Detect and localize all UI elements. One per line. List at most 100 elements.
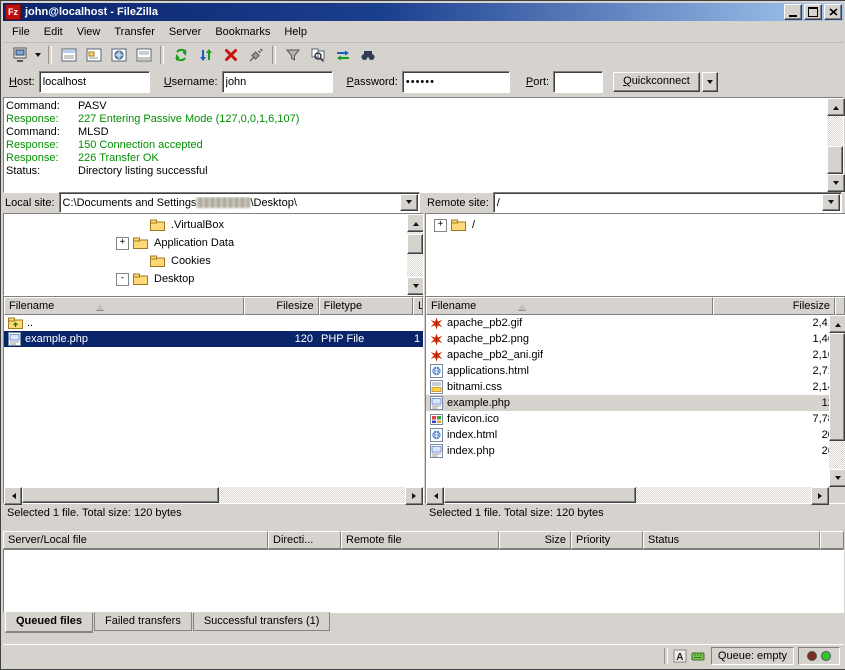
menu-server[interactable]: Server (162, 23, 208, 41)
file-row-favicon-ico[interactable]: favicon.ico 7,782 (426, 411, 829, 427)
expand-icon[interactable]: + (116, 237, 129, 250)
remote-site-label: Remote site: (425, 197, 493, 209)
column-direction[interactable]: Directi... (268, 531, 341, 549)
file-row-apache-pb2-gif[interactable]: apache_pb2.gif 2,414 (426, 315, 829, 331)
menu-edit[interactable]: Edit (37, 23, 70, 41)
local-list-status: Selected 1 file. Total size: 120 bytes (3, 503, 426, 523)
site-manager-dropdown-icon[interactable] (32, 44, 44, 66)
column-filename[interactable]: Filename (4, 297, 244, 315)
menu-view[interactable]: View (70, 23, 108, 41)
remote-site-row: Remote site: / (425, 192, 844, 213)
chevron-down-icon (406, 200, 412, 207)
keyboard-indicator-icon[interactable] (689, 647, 707, 665)
file-row-apache-pb2-ani-gif[interactable]: apache_pb2_ani.gif 2,160 (426, 347, 829, 363)
log-line: Command:PASV (6, 100, 825, 113)
remote-tree-item-root[interactable]: + / (426, 216, 828, 234)
username-input[interactable] (222, 71, 333, 93)
scroll-down-button[interactable] (407, 277, 424, 295)
remote-list-header: Filename Filesize (426, 297, 845, 315)
column-filename[interactable]: Filename (426, 297, 713, 315)
tree-item-application-data[interactable]: + Application Data (4, 234, 406, 252)
queue-status: Queue: empty (711, 647, 794, 665)
tab-failed-transfers[interactable]: Failed transfers (94, 612, 192, 631)
column-lastmodified[interactable]: L (413, 297, 423, 315)
quickconnect-button[interactable]: Quickconnect (613, 72, 700, 92)
maximize-icon (808, 7, 818, 17)
local-tree: .VirtualBox + Application Data Cookies -… (3, 213, 424, 296)
quickconnect-bar: Host: Username: Password: Port: Quickcon… (3, 68, 844, 96)
remote-site-path: / (494, 197, 822, 209)
file-row-applications-html[interactable]: applications.html 2,713 (426, 363, 829, 379)
scrollbar-corner (829, 487, 845, 503)
menu-help[interactable]: Help (277, 23, 314, 41)
column-filetype[interactable]: Filetype (319, 297, 413, 315)
window-title: john@localhost - FileZilla (25, 6, 782, 18)
column-filesize[interactable]: Filesize (244, 297, 318, 315)
sync-browsing-icon[interactable] (330, 43, 355, 67)
remote-tree-toggle-icon[interactable] (106, 43, 131, 67)
quickconnect-dropdown[interactable] (702, 72, 718, 92)
disconnect-icon[interactable] (243, 43, 268, 67)
local-site-combo[interactable]: C:\Documents and Settings\Desktop\ (59, 192, 420, 213)
title-bar[interactable]: john@localhost - FileZilla (3, 3, 844, 21)
queue-toggle-icon[interactable] (131, 43, 156, 67)
scroll-down-button[interactable] (827, 174, 845, 192)
scroll-down-button[interactable] (829, 469, 845, 487)
host-input[interactable] (39, 71, 150, 93)
column-server-local-file[interactable]: Server/Local file (3, 531, 268, 549)
tab-successful-transfers[interactable]: Successful transfers (1) (193, 612, 331, 631)
menu-file[interactable]: File (5, 23, 37, 41)
file-row-parent-dir[interactable]: .. (4, 315, 423, 331)
find-icon[interactable] (355, 43, 380, 67)
cancel-icon[interactable] (218, 43, 243, 67)
scroll-up-button[interactable] (407, 214, 424, 232)
file-row-index-html[interactable]: index.html 202 (426, 427, 829, 443)
combo-dropdown-button[interactable] (822, 194, 840, 211)
refresh-icon[interactable] (168, 43, 193, 67)
tree-item-virtualbox[interactable]: .VirtualBox (4, 216, 406, 234)
menu-bookmarks[interactable]: Bookmarks (208, 23, 277, 41)
local-tree-scrollbar[interactable] (407, 214, 423, 295)
remote-list-vscrollbar[interactable] (829, 315, 845, 487)
log-toggle-icon[interactable] (56, 43, 81, 67)
file-row-example-php[interactable]: example.php 120 (426, 395, 829, 411)
log-line: Status:Directory listing successful (6, 165, 825, 178)
column-header-filler (835, 297, 845, 315)
tree-item-desktop[interactable]: - Desktop (4, 270, 406, 288)
column-status[interactable]: Status (643, 531, 820, 549)
column-remote-file[interactable]: Remote file (341, 531, 499, 549)
column-size[interactable]: Size (499, 531, 571, 549)
log-scrollbar[interactable] (827, 98, 843, 192)
expand-icon[interactable]: + (434, 219, 447, 232)
column-priority[interactable]: Priority (571, 531, 643, 549)
column-filesize[interactable]: Filesize (713, 297, 835, 315)
file-row-example-php[interactable]: example.php 120 PHP File 1 (4, 331, 423, 347)
remote-site-combo[interactable]: / (493, 192, 842, 213)
tree-item-cookies[interactable]: Cookies (4, 252, 406, 270)
compare-icon[interactable] (305, 43, 330, 67)
password-input[interactable] (402, 71, 510, 93)
filter-icon[interactable] (280, 43, 305, 67)
site-manager-icon[interactable] (7, 43, 32, 67)
minimize-button[interactable] (784, 4, 802, 20)
file-row-apache-pb2-png[interactable]: apache_pb2.png 1,463 (426, 331, 829, 347)
scroll-up-button[interactable] (827, 98, 845, 116)
combo-dropdown-button[interactable] (400, 194, 418, 211)
process-queue-icon[interactable] (193, 43, 218, 67)
file-row-index-php[interactable]: index.php 267 (426, 443, 829, 459)
close-button[interactable] (824, 4, 842, 20)
local-list-hscrollbar[interactable] (4, 487, 423, 503)
scroll-up-button[interactable] (829, 315, 845, 333)
log-line: Command:MLSD (6, 126, 825, 139)
collapse-icon[interactable]: - (116, 273, 129, 286)
file-row-bitnami-css[interactable]: bitnami.css 2,142 (426, 379, 829, 395)
local-tree-toggle-icon[interactable] (81, 43, 106, 67)
activity-led-red (807, 651, 817, 661)
tab-queued-files[interactable]: Queued files (5, 612, 93, 633)
remote-list-hscrollbar[interactable] (426, 487, 829, 503)
toolbar-separator (48, 46, 52, 64)
maximize-button[interactable] (804, 4, 822, 20)
port-input[interactable] (553, 71, 603, 93)
ascii-mode-icon[interactable]: A (671, 647, 689, 665)
menu-transfer[interactable]: Transfer (107, 23, 162, 41)
